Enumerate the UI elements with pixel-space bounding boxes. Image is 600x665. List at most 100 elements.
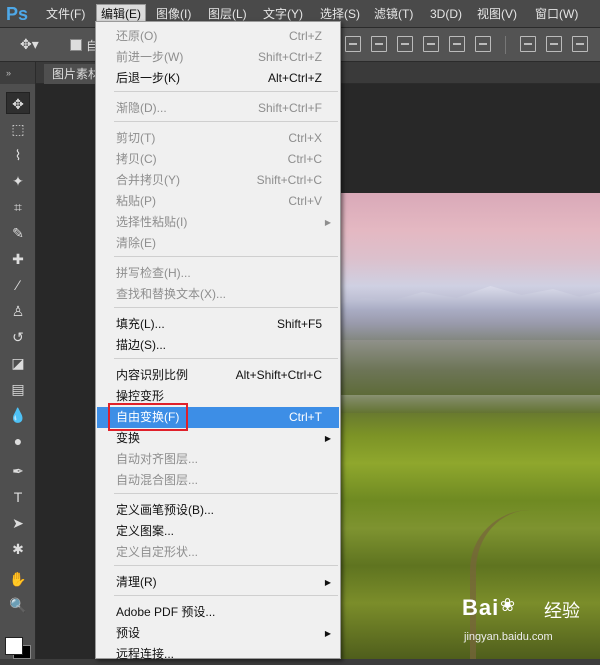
edit-menu-dropdown: 还原(O) Ctrl+Z 前进一步(W) Shift+Ctrl+Z 后退一步(K) Alt… — [95, 21, 341, 661]
menu-item-shortcut: Alt+Ctrl+Z — [267, 71, 322, 85]
hand-tool-icon[interactable]: ✋ — [6, 568, 30, 590]
menu-item-define-pattern[interactable]: 定义图案... — [97, 521, 339, 542]
clone-stamp-icon[interactable]: ♙ — [6, 300, 30, 322]
menu-item-step-backward[interactable]: 后退一步(K) Alt+Ctrl+Z — [97, 68, 339, 89]
distribute-bottom-icon[interactable] — [572, 36, 588, 52]
menu-item-label: 拼写检查(H)... — [116, 266, 191, 280]
menu-item-define-brush[interactable]: 定义画笔预设(B)... — [97, 500, 339, 521]
history-brush-icon[interactable]: ↺ — [6, 326, 30, 348]
menu-item-label: 填充(L)... — [116, 317, 165, 331]
menu-separator — [114, 256, 338, 257]
menu-item-define-shape[interactable]: 定义自定形状... — [97, 542, 339, 563]
menu-item-transform[interactable]: 变换 ▶ — [97, 428, 339, 449]
move-tool-icon[interactable]: ✥▾ — [20, 36, 39, 53]
menu-item-check-spelling[interactable]: 拼写检查(H)... — [97, 263, 339, 284]
menu-item-label: 还原(O) — [116, 29, 158, 43]
menu-item-clear[interactable]: 清除(E) — [97, 233, 339, 254]
zoom-tool-icon[interactable]: 🔍 — [6, 594, 30, 616]
menu-item-fade[interactable]: 渐隐(D)... Shift+Ctrl+F — [97, 98, 339, 119]
menu-item-copy[interactable]: 拷贝(C) Ctrl+C — [97, 149, 339, 170]
distribute-vcenter-icon[interactable] — [546, 36, 562, 52]
menu-item-shortcut: Ctrl+C — [287, 152, 322, 166]
menu-item-label: 定义自定形状... — [116, 545, 199, 559]
menu-item-shortcut: Shift+Ctrl+F — [257, 101, 322, 115]
menu-item-shortcut: Alt+Shift+Ctrl+C — [235, 368, 322, 382]
submenu-arrow-icon: ▶ — [324, 434, 331, 443]
menu-item-label: 渐隐(D)... — [116, 101, 167, 115]
eyedropper-icon[interactable]: ✎ — [6, 222, 30, 244]
align-vcenter-icon[interactable] — [371, 36, 387, 52]
menu-item-label: 定义图案... — [116, 524, 175, 538]
watermark-jingyan: 经验 — [544, 601, 580, 621]
align-hcenter-icon[interactable] — [449, 36, 465, 52]
auto-select-checkbox[interactable] — [70, 39, 82, 51]
menu-item-label: 预设 — [116, 626, 141, 640]
menu-item-label: 远程连接... — [116, 647, 175, 661]
menu-item-remote-connections[interactable]: 远程连接... — [97, 644, 339, 665]
pen-tool-icon[interactable]: ✒ — [6, 460, 30, 482]
menu-item-label: 内容识别比例 — [116, 368, 189, 382]
brush-tool-icon[interactable]: ∕ — [6, 274, 30, 296]
submenu-arrow-icon: ▶ — [324, 578, 331, 587]
align-bottom-icon[interactable] — [397, 36, 413, 52]
align-top-icon[interactable] — [345, 36, 361, 52]
menu-3d[interactable]: 3D(D) — [426, 5, 466, 23]
path-select-icon[interactable]: ➤ — [6, 512, 30, 534]
menu-item-label: 剪切(T) — [116, 131, 156, 145]
menu-item-purge[interactable]: 清理(R) ▶ — [97, 572, 339, 593]
shape-tool-icon[interactable]: ✱ — [6, 538, 30, 560]
menu-item-paste-special[interactable]: 选择性粘贴(I) ▶ — [97, 212, 339, 233]
menu-item-stroke[interactable]: 描边(S)... — [97, 335, 339, 356]
menu-separator — [114, 307, 338, 308]
menu-item-undo[interactable]: 还原(O) Ctrl+Z — [97, 26, 339, 47]
watermark-logo: Bai — [462, 595, 500, 620]
menu-item-fill[interactable]: 填充(L)... Shift+F5 — [97, 314, 339, 335]
gradient-icon[interactable]: ▤ — [6, 378, 30, 400]
menu-window[interactable]: 窗口(W) — [531, 5, 582, 23]
menu-file[interactable]: 文件(F) — [42, 5, 89, 23]
collapse-icon[interactable]: » — [0, 62, 35, 84]
eraser-icon[interactable]: ◪ — [6, 352, 30, 374]
lasso-tool-icon[interactable]: ⌇ — [6, 144, 30, 166]
magic-wand-icon[interactable]: ✦ — [6, 170, 30, 192]
menu-item-pdf-presets[interactable]: Adobe PDF 预设... — [97, 602, 339, 623]
menu-item-label: 查找和替换文本(X)... — [116, 287, 226, 301]
menu-view[interactable]: 视图(V) — [473, 5, 521, 23]
menu-separator — [114, 595, 338, 596]
divider — [505, 36, 506, 54]
menu-item-label: Adobe PDF 预设... — [116, 605, 216, 619]
menu-item-label: 自动混合图层... — [116, 473, 199, 487]
align-left-icon[interactable] — [423, 36, 439, 52]
move-tool-icon[interactable]: ✥ — [6, 92, 30, 114]
type-tool-icon[interactable]: T — [6, 486, 30, 508]
foreground-color-swatch[interactable] — [5, 637, 23, 655]
dodge-tool-icon[interactable]: ● — [6, 430, 30, 452]
callout-box — [108, 403, 188, 431]
distribute-top-icon[interactable] — [520, 36, 536, 52]
menu-item-find-replace[interactable]: 查找和替换文本(X)... — [97, 284, 339, 305]
menu-item-auto-align[interactable]: 自动对齐图层... — [97, 449, 339, 470]
tools-panel: » ✥ ⬚ ⌇ ✦ ⌗ ✎ ✚ ∕ ♙ ↺ ◪ ▤ 💧 ● ✒ T ➤ ✱ ✋ … — [0, 62, 36, 659]
blur-tool-icon[interactable]: 💧 — [6, 404, 30, 426]
baidu-watermark: Bai ❀ 经验 jingyan.baidu.com — [462, 595, 600, 657]
photoshop-logo: Ps — [6, 4, 29, 24]
menu-item-presets[interactable]: 预设 ▶ — [97, 623, 339, 644]
crop-tool-icon[interactable]: ⌗ — [6, 196, 30, 218]
menu-filter[interactable]: 滤镜(T) — [370, 5, 417, 23]
menu-item-copy-merged[interactable]: 合并拷贝(Y) Shift+Ctrl+C — [97, 170, 339, 191]
menu-item-content-aware-scale[interactable]: 内容识别比例 Alt+Shift+Ctrl+C — [97, 365, 339, 386]
menu-item-paste[interactable]: 粘贴(P) Ctrl+V — [97, 191, 339, 212]
menu-item-label: 定义画笔预设(B)... — [116, 503, 214, 517]
submenu-arrow-icon: ▶ — [324, 629, 331, 638]
marquee-tool-icon[interactable]: ⬚ — [6, 118, 30, 140]
menu-item-shortcut: Ctrl+V — [288, 194, 322, 208]
menu-item-step-forward[interactable]: 前进一步(W) Shift+Ctrl+Z — [97, 47, 339, 68]
menu-item-cut[interactable]: 剪切(T) Ctrl+X — [97, 128, 339, 149]
healing-brush-icon[interactable]: ✚ — [6, 248, 30, 270]
menu-item-shortcut: Shift+Ctrl+Z — [257, 50, 322, 64]
menu-item-label: 合并拷贝(Y) — [116, 173, 180, 187]
menu-item-shortcut: Ctrl+T — [289, 410, 322, 424]
menu-item-label: 自动对齐图层... — [116, 452, 199, 466]
menu-item-auto-blend[interactable]: 自动混合图层... — [97, 470, 339, 491]
align-right-icon[interactable] — [475, 36, 491, 52]
